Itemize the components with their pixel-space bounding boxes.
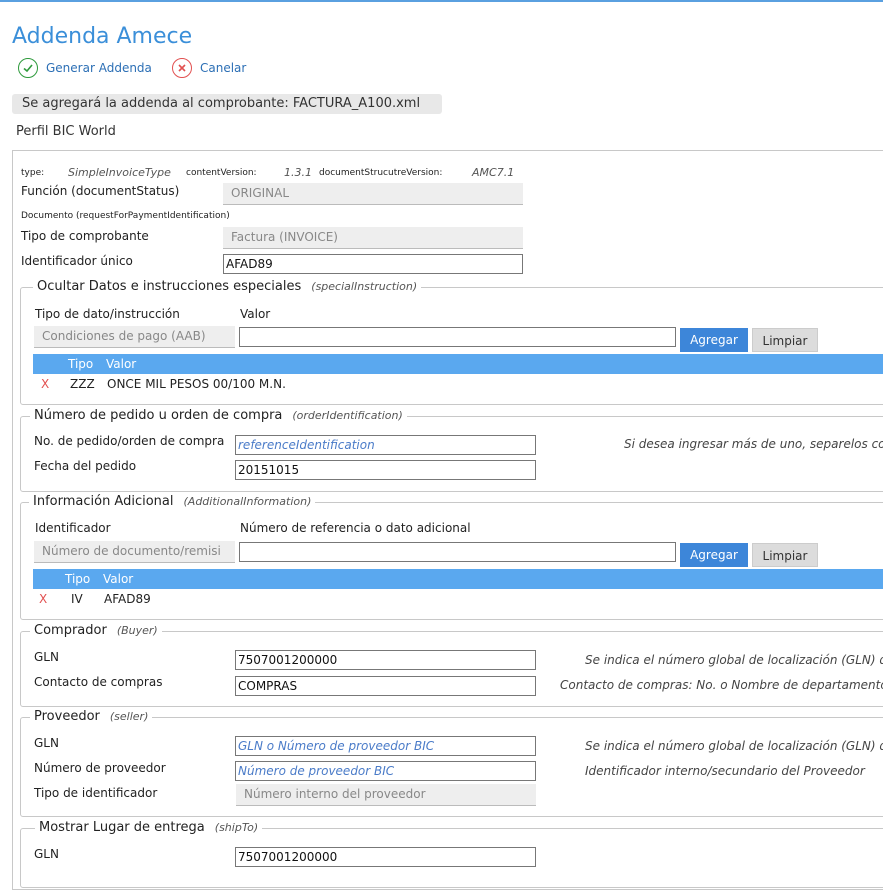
additional-ref-label: Número de referencia o dato adicional (240, 521, 471, 535)
additional-title: Información Adicional (33, 494, 174, 509)
seller-idtype-label: Tipo de identificador (34, 786, 158, 800)
cancel-button[interactable]: Canelar (172, 58, 246, 78)
fecha-label: Fecha del pedido (34, 459, 137, 473)
pedido-hint: Si desea ingresar más de uno, separelos … (624, 437, 883, 451)
identificador-input[interactable]: AFAD89 (223, 254, 523, 274)
buyer-en: (Buyer) (116, 624, 158, 637)
shipto-en: (shipTo) (214, 821, 259, 834)
buyer-contact-hint: Contacto de compras: No. o Nombre de dep… (560, 678, 883, 692)
order-en: (orderIdentification) (292, 409, 403, 422)
valor-input[interactable] (239, 327, 676, 347)
special-table-header: Tipo Valor (33, 354, 883, 374)
delete-row-icon[interactable]: X (39, 592, 47, 606)
special-instruction-legend[interactable]: Ocultar Datos e instrucciones especiales… (33, 279, 422, 294)
additional-clear-button[interactable]: Limpiar (752, 543, 818, 567)
seller-en: (seller) (109, 710, 149, 723)
pedido-input[interactable]: referenceIdentification (235, 435, 536, 455)
table-row: X ZZZ ONCE MIL PESOS 00/100 M.N. (33, 376, 883, 394)
page-title: Addenda Amece (12, 24, 193, 49)
info-banner: Se agregará la addenda al comprobante: F… (12, 94, 442, 114)
cancel-label: Canelar (200, 61, 247, 75)
row-tipo: ZZZ (70, 377, 95, 391)
tipo-dato-select[interactable]: Condiciones de pago (AAB) (34, 326, 235, 348)
seller-gln-hint: Se indica el número global de localizaci… (585, 739, 883, 753)
window-top-accent (0, 0, 883, 2)
tipo-comprobante-label: Tipo de comprobante (21, 229, 149, 243)
seller-idtype-field: Número interno del proveedor (236, 784, 536, 806)
identificador-label: Identificador único (21, 254, 133, 268)
delete-row-icon[interactable]: X (41, 377, 49, 391)
buyer-legend: Comprador (Buyer) (30, 623, 162, 638)
order-legend: Número de pedido u orden de compra (order… (30, 408, 407, 423)
additional-id-label: Identificador (35, 521, 111, 535)
buyer-contact-label: Contacto de compras (34, 675, 163, 689)
additional-table-header: Tipo Valor (33, 569, 883, 589)
doc-structure-value: AMC7.1 (472, 166, 515, 179)
table-row: X IV AFAD89 (33, 591, 883, 609)
seller-title: Proveedor (34, 709, 100, 724)
additional-col-valor: Valor (103, 572, 134, 586)
buyer-gln-label: GLN (34, 650, 59, 664)
funcion-label: Función (documentStatus) (21, 184, 180, 198)
special-instruction-title: Ocultar Datos e instrucciones especiales (37, 279, 302, 294)
seller-num-hint: Identificador interno/secundario del Pro… (585, 764, 865, 778)
seller-legend: Proveedor (seller) (30, 709, 153, 724)
buyer-title: Comprador (34, 623, 107, 638)
generate-addenda-button[interactable]: Generar Addenda (18, 58, 152, 78)
special-clear-button[interactable]: Limpiar (752, 328, 818, 352)
content-version-value: 1.3.1 (284, 166, 312, 179)
valor-label: Valor (240, 307, 271, 321)
seller-gln-label: GLN (34, 736, 59, 750)
row-tipo: IV (71, 592, 83, 606)
special-col-valor: Valor (106, 357, 137, 371)
documento-label: Documento (requestForPaymentIdentificati… (21, 211, 230, 221)
seller-num-input[interactable]: Número de proveedor BIC (235, 761, 536, 781)
buyer-gln-hint: Se indica el número global de localizaci… (585, 653, 883, 667)
row-valor: AFAD89 (104, 592, 151, 606)
type-key: type: (21, 168, 45, 178)
checkmark-icon (18, 58, 38, 78)
shipto-gln-input[interactable]: 7507001200000 (235, 847, 536, 867)
pedido-label: No. de pedido/orden de compra (34, 434, 225, 448)
special-col-tipo: Tipo (68, 357, 94, 371)
profile-label: Perfil BIC World (16, 124, 116, 139)
shipto-legend[interactable]: Mostrar Lugar de entrega (shipTo) (35, 820, 263, 835)
special-instruction-en: (specialInstruction) (311, 280, 418, 293)
tipo-dato-label: Tipo de dato/instrucción (35, 307, 180, 321)
tipo-comprobante-field: Factura (INVOICE) (223, 227, 523, 249)
order-title: Número de pedido u orden de compra (34, 408, 283, 423)
additional-legend: Información Adicional (AdditionalInformat… (29, 494, 316, 509)
close-icon (172, 58, 192, 78)
additional-add-button[interactable]: Agregar (680, 543, 748, 567)
funcion-field: ORIGINAL (223, 183, 523, 205)
shipto-gln-label: GLN (34, 847, 59, 861)
fecha-input[interactable]: 20151015 (235, 460, 536, 480)
additional-en: (AdditionalInformation) (183, 495, 312, 508)
additional-id-select[interactable]: Número de documento/remisi (34, 541, 235, 563)
type-value: SimpleInvoiceType (68, 166, 171, 179)
row-valor: ONCE MIL PESOS 00/100 M.N. (107, 377, 286, 391)
seller-num-label: Número de proveedor (34, 761, 166, 775)
buyer-gln-input[interactable]: 7507001200000 (235, 650, 536, 670)
additional-col-tipo: Tipo (65, 572, 91, 586)
shipto-title: Mostrar Lugar de entrega (39, 820, 205, 835)
additional-ref-input[interactable] (239, 542, 676, 562)
seller-gln-input[interactable]: GLN o Número de proveedor BIC (235, 736, 536, 756)
content-version-key: contentVersion: (186, 168, 257, 178)
special-add-button[interactable]: Agregar (680, 328, 748, 352)
buyer-contact-input[interactable]: COMPRAS (235, 676, 536, 696)
doc-structure-key: documentStrucutreVersion: (319, 168, 443, 178)
generate-addenda-label: Generar Addenda (46, 61, 152, 75)
